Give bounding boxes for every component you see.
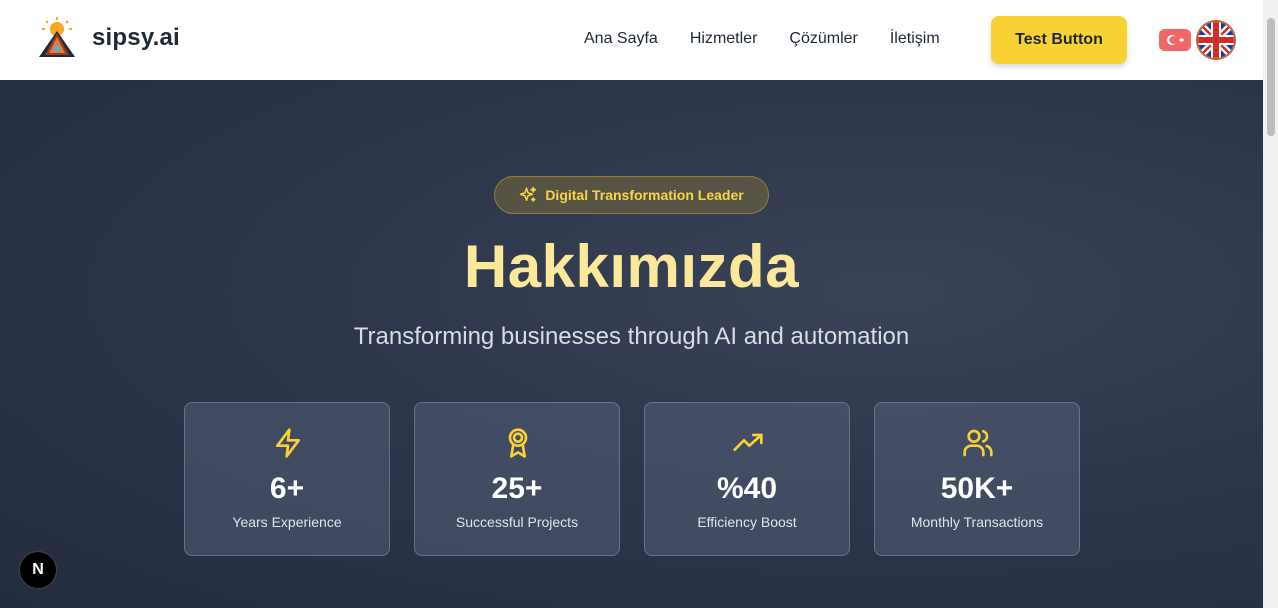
site-header: sipsy.ai Ana Sayfa Hizmetler Çözümler İl… (0, 0, 1263, 80)
nav-link-home[interactable]: Ana Sayfa (584, 30, 658, 48)
stat-label: Successful Projects (455, 514, 579, 530)
award-icon (508, 428, 528, 458)
main-nav: Ana Sayfa Hizmetler Çözümler İletişim (584, 30, 940, 48)
stat-label: Efficiency Boost (697, 514, 797, 530)
brand-name: sipsy.ai (92, 24, 180, 51)
stat-label: Monthly Transactions (910, 514, 1044, 530)
lightning-icon (276, 428, 300, 458)
stat-card-efficiency: %40 Efficiency Boost (644, 402, 850, 556)
stats-grid: 6+ Years Experience 25+ Successful Proje… (184, 402, 1080, 556)
test-button[interactable]: Test Button (991, 16, 1127, 64)
nav-link-contact[interactable]: İletişim (890, 30, 940, 48)
stat-card-transactions: 50K+ Monthly Transactions (874, 402, 1080, 556)
users-icon (963, 429, 993, 457)
scrollbar-thumb[interactable] (1267, 18, 1275, 136)
stat-value: 6+ (269, 472, 305, 505)
logo[interactable]: sipsy.ai (36, 17, 180, 59)
stat-value: %40 (716, 472, 778, 505)
logo-icon (39, 17, 75, 57)
nav-link-services[interactable]: Hizmetler (690, 30, 758, 48)
trending-up-icon (733, 433, 763, 451)
scrollbar[interactable] (1263, 0, 1278, 608)
stat-value: 25+ (491, 472, 543, 505)
nav-link-solutions[interactable]: Çözümler (789, 30, 857, 48)
page-title: Hakkımızda (463, 233, 800, 300)
hero-section: Digital Transformation Leader Hakkımızda… (0, 80, 1263, 608)
dev-tools-button[interactable]: N (19, 551, 57, 589)
uk-flag-icon[interactable] (1196, 20, 1236, 60)
stat-card-projects: 25+ Successful Projects (414, 402, 620, 556)
stat-value: 50K+ (940, 472, 1014, 505)
hero-badge-label: Digital Transformation Leader (545, 187, 744, 203)
page-subtitle: Transforming businesses through AI and a… (353, 323, 910, 350)
stat-label: Years Experience (232, 514, 342, 530)
turkish-flag-icon[interactable] (1159, 29, 1191, 51)
sparkles-icon (520, 186, 537, 202)
hero-badge: Digital Transformation Leader (494, 176, 769, 214)
stat-card-experience: 6+ Years Experience (184, 402, 390, 556)
